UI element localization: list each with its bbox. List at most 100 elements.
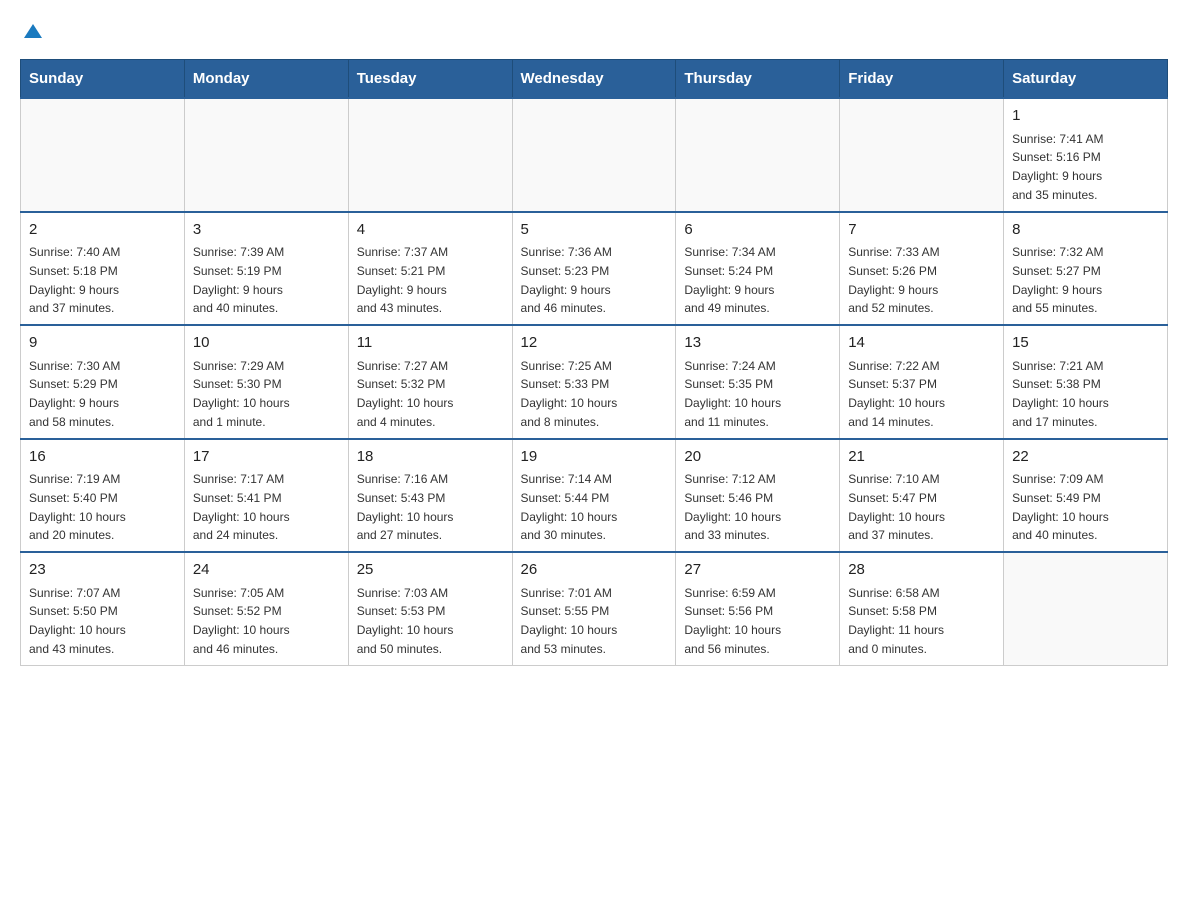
day-number: 25 xyxy=(357,559,504,582)
day-number: 9 xyxy=(29,332,176,355)
day-number: 17 xyxy=(193,446,340,469)
calendar-cell: 16 Sunrise: 7:19 AMSunset: 5:40 PMDayligh… xyxy=(21,439,185,553)
calendar-cell xyxy=(840,98,1004,212)
day-number: 27 xyxy=(684,559,831,582)
logo-arrow-icon xyxy=(22,20,44,42)
day-number: 6 xyxy=(684,219,831,242)
week-row-4: 16 Sunrise: 7:19 AMSunset: 5:40 PMDayligh… xyxy=(21,439,1168,553)
day-number: 4 xyxy=(357,219,504,242)
calendar-cell: 9 Sunrise: 7:30 AMSunset: 5:29 PMDaylight… xyxy=(21,325,185,439)
logo xyxy=(20,20,44,43)
calendar-cell: 22 Sunrise: 7:09 AMSunset: 5:49 PMDayligh… xyxy=(1004,439,1168,553)
calendar-cell xyxy=(676,98,840,212)
day-number: 20 xyxy=(684,446,831,469)
calendar-cell: 21 Sunrise: 7:10 AMSunset: 5:47 PMDayligh… xyxy=(840,439,1004,553)
day-info: Sunrise: 6:59 AMSunset: 5:56 PMDaylight:… xyxy=(684,586,781,656)
calendar-cell: 28 Sunrise: 6:58 AMSunset: 5:58 PMDayligh… xyxy=(840,552,1004,665)
calendar-cell: 8 Sunrise: 7:32 AMSunset: 5:27 PMDaylight… xyxy=(1004,212,1168,326)
day-info: Sunrise: 7:30 AMSunset: 5:29 PMDaylight:… xyxy=(29,359,120,429)
calendar-cell: 18 Sunrise: 7:16 AMSunset: 5:43 PMDayligh… xyxy=(348,439,512,553)
day-info: Sunrise: 7:07 AMSunset: 5:50 PMDaylight:… xyxy=(29,586,126,656)
calendar-cell: 19 Sunrise: 7:14 AMSunset: 5:44 PMDayligh… xyxy=(512,439,676,553)
calendar-table: SundayMondayTuesdayWednesdayThursdayFrid… xyxy=(20,59,1168,666)
day-number: 11 xyxy=(357,332,504,355)
day-info: Sunrise: 7:22 AMSunset: 5:37 PMDaylight:… xyxy=(848,359,945,429)
calendar-cell: 11 Sunrise: 7:27 AMSunset: 5:32 PMDayligh… xyxy=(348,325,512,439)
day-number: 23 xyxy=(29,559,176,582)
calendar-cell: 5 Sunrise: 7:36 AMSunset: 5:23 PMDaylight… xyxy=(512,212,676,326)
page-header xyxy=(20,20,1168,43)
calendar-cell: 27 Sunrise: 6:59 AMSunset: 5:56 PMDayligh… xyxy=(676,552,840,665)
col-header-monday: Monday xyxy=(184,60,348,99)
week-row-2: 2 Sunrise: 7:40 AMSunset: 5:18 PMDaylight… xyxy=(21,212,1168,326)
day-info: Sunrise: 7:34 AMSunset: 5:24 PMDaylight:… xyxy=(684,245,775,315)
day-info: Sunrise: 7:12 AMSunset: 5:46 PMDaylight:… xyxy=(684,472,781,542)
calendar-cell: 24 Sunrise: 7:05 AMSunset: 5:52 PMDayligh… xyxy=(184,552,348,665)
calendar-cell: 13 Sunrise: 7:24 AMSunset: 5:35 PMDayligh… xyxy=(676,325,840,439)
col-header-thursday: Thursday xyxy=(676,60,840,99)
day-info: Sunrise: 7:17 AMSunset: 5:41 PMDaylight:… xyxy=(193,472,290,542)
day-number: 26 xyxy=(521,559,668,582)
day-info: Sunrise: 7:14 AMSunset: 5:44 PMDaylight:… xyxy=(521,472,618,542)
calendar-cell xyxy=(184,98,348,212)
day-number: 15 xyxy=(1012,332,1159,355)
calendar-cell: 17 Sunrise: 7:17 AMSunset: 5:41 PMDayligh… xyxy=(184,439,348,553)
day-info: Sunrise: 7:29 AMSunset: 5:30 PMDaylight:… xyxy=(193,359,290,429)
day-info: Sunrise: 7:32 AMSunset: 5:27 PMDaylight:… xyxy=(1012,245,1103,315)
day-info: Sunrise: 7:27 AMSunset: 5:32 PMDaylight:… xyxy=(357,359,454,429)
day-number: 28 xyxy=(848,559,995,582)
calendar-header-row: SundayMondayTuesdayWednesdayThursdayFrid… xyxy=(21,60,1168,99)
day-number: 16 xyxy=(29,446,176,469)
calendar-cell: 12Sunrise: 7:25 AMSunset: 5:33 PMDayligh… xyxy=(512,325,676,439)
day-number: 10 xyxy=(193,332,340,355)
day-info: Sunrise: 6:58 AMSunset: 5:58 PMDaylight:… xyxy=(848,586,944,656)
day-number: 5 xyxy=(521,219,668,242)
day-info: Sunrise: 7:36 AMSunset: 5:23 PMDaylight:… xyxy=(521,245,612,315)
calendar-cell: 3Sunrise: 7:39 AMSunset: 5:19 PMDaylight… xyxy=(184,212,348,326)
day-info: Sunrise: 7:19 AMSunset: 5:40 PMDaylight:… xyxy=(29,472,126,542)
week-row-1: 1 Sunrise: 7:41 AMSunset: 5:16 PMDaylight… xyxy=(21,98,1168,212)
day-number: 24 xyxy=(193,559,340,582)
calendar-cell: 4 Sunrise: 7:37 AMSunset: 5:21 PMDaylight… xyxy=(348,212,512,326)
day-number: 1 xyxy=(1012,105,1159,128)
week-row-3: 9 Sunrise: 7:30 AMSunset: 5:29 PMDaylight… xyxy=(21,325,1168,439)
calendar-cell xyxy=(21,98,185,212)
day-info: Sunrise: 7:41 AMSunset: 5:16 PMDaylight:… xyxy=(1012,132,1103,202)
calendar-cell: 26Sunrise: 7:01 AMSunset: 5:55 PMDayligh… xyxy=(512,552,676,665)
day-info: Sunrise: 7:40 AMSunset: 5:18 PMDaylight:… xyxy=(29,245,120,315)
day-info: Sunrise: 7:10 AMSunset: 5:47 PMDaylight:… xyxy=(848,472,945,542)
col-header-friday: Friday xyxy=(840,60,1004,99)
col-header-sunday: Sunday xyxy=(21,60,185,99)
calendar-cell: 14 Sunrise: 7:22 AMSunset: 5:37 PMDayligh… xyxy=(840,325,1004,439)
day-number: 7 xyxy=(848,219,995,242)
calendar-cell xyxy=(348,98,512,212)
day-info: Sunrise: 7:16 AMSunset: 5:43 PMDaylight:… xyxy=(357,472,454,542)
day-number: 21 xyxy=(848,446,995,469)
day-number: 2 xyxy=(29,219,176,242)
day-info: Sunrise: 7:05 AMSunset: 5:52 PMDaylight:… xyxy=(193,586,290,656)
week-row-5: 23 Sunrise: 7:07 AMSunset: 5:50 PMDayligh… xyxy=(21,552,1168,665)
day-number: 8 xyxy=(1012,219,1159,242)
day-number: 19 xyxy=(521,446,668,469)
day-number: 18 xyxy=(357,446,504,469)
calendar-cell: 7 Sunrise: 7:33 AMSunset: 5:26 PMDaylight… xyxy=(840,212,1004,326)
calendar-cell: 2 Sunrise: 7:40 AMSunset: 5:18 PMDaylight… xyxy=(21,212,185,326)
day-number: 14 xyxy=(848,332,995,355)
day-info: Sunrise: 7:03 AMSunset: 5:53 PMDaylight:… xyxy=(357,586,454,656)
day-info: Sunrise: 7:25 AMSunset: 5:33 PMDaylight:… xyxy=(521,359,618,429)
calendar-cell: 20 Sunrise: 7:12 AMSunset: 5:46 PMDayligh… xyxy=(676,439,840,553)
calendar-cell: 10 Sunrise: 7:29 AMSunset: 5:30 PMDayligh… xyxy=(184,325,348,439)
calendar-cell xyxy=(1004,552,1168,665)
day-number: 22 xyxy=(1012,446,1159,469)
col-header-saturday: Saturday xyxy=(1004,60,1168,99)
calendar-cell xyxy=(512,98,676,212)
day-info: Sunrise: 7:24 AMSunset: 5:35 PMDaylight:… xyxy=(684,359,781,429)
col-header-tuesday: Tuesday xyxy=(348,60,512,99)
day-info: Sunrise: 7:09 AMSunset: 5:49 PMDaylight:… xyxy=(1012,472,1109,542)
col-header-wednesday: Wednesday xyxy=(512,60,676,99)
day-info: Sunrise: 7:37 AMSunset: 5:21 PMDaylight:… xyxy=(357,245,448,315)
day-info: Sunrise: 7:39 AMSunset: 5:19 PMDaylight:… xyxy=(193,245,284,315)
calendar-cell: 15Sunrise: 7:21 AMSunset: 5:38 PMDayligh… xyxy=(1004,325,1168,439)
day-info: Sunrise: 7:33 AMSunset: 5:26 PMDaylight:… xyxy=(848,245,939,315)
day-number: 13 xyxy=(684,332,831,355)
